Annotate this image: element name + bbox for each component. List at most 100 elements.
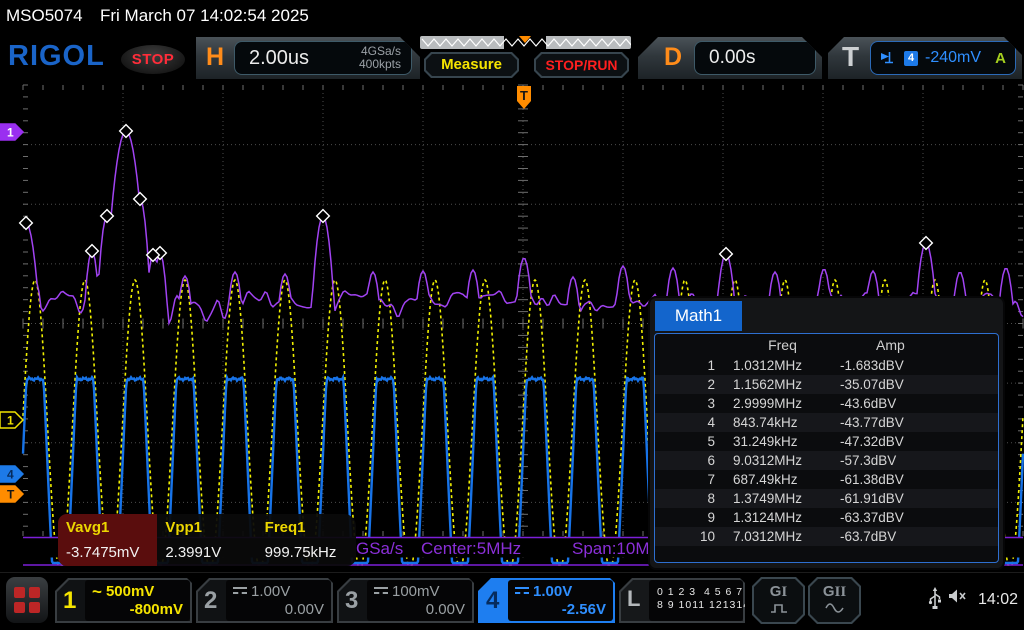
trigger-slope-icon	[880, 52, 894, 64]
amp-column-header: Amp	[840, 334, 998, 356]
measurement-label: Freq1	[265, 519, 306, 536]
fft-span-text: Span:10M	[572, 539, 650, 559]
math1-peak-table-panel[interactable]: Math1 Freq Amp 11.0312MHz-1.683dBV21.156…	[650, 298, 1003, 568]
channel-1-scale: 500mV	[106, 583, 154, 600]
delay-value: 0.00s	[709, 47, 755, 69]
channel-3-box[interactable]: 3 100mV 0.00V	[337, 578, 474, 623]
sine-wave-icon	[824, 602, 846, 614]
measure-button[interactable]: Measure	[424, 52, 519, 78]
run-state-indicator[interactable]: STOP	[121, 45, 185, 74]
channel-2-scale: 1.00V	[251, 583, 290, 600]
channel-3-number: 3	[345, 587, 358, 615]
trigger-source-badge: 4	[904, 51, 918, 66]
math-table-row: 4843.74kHz-43.77dBV	[655, 413, 998, 432]
measurement-item[interactable]: Freq1 999.75kHz	[257, 514, 356, 566]
trigger-mode-auto: A	[995, 50, 1006, 67]
fft-sample-rate-text: GSa/s	[356, 539, 403, 559]
fft-peak-diamond-marker	[920, 237, 933, 250]
measurement-value: 999.75kHz	[265, 544, 337, 561]
dc-coupling-icon	[374, 587, 388, 596]
fft-peak-diamond-marker	[317, 210, 330, 223]
horizontal-panel[interactable]: H 2.00us 4GSa/s 400kpts	[196, 37, 420, 79]
logic-channel-numbers: 0 1 2 3 4 5 6 78 9 1011 12131415	[649, 580, 743, 621]
timebase-box[interactable]: 2.00us 4GSa/s 400kpts	[234, 41, 412, 75]
ch4-ground-marker-label: 4	[7, 468, 14, 482]
math-table-row: 81.3749MHz-61.91dBV	[655, 489, 998, 508]
fft-peak-diamond-marker	[134, 193, 147, 206]
math-table-row: 107.0312MHz-63.7dBV	[655, 527, 998, 546]
channel-2-number: 2	[204, 587, 217, 615]
datetime: Fri March 07 14:02:54 2025	[100, 6, 309, 26]
horizontal-position-bar[interactable]	[420, 36, 631, 49]
delay-panel[interactable]: D 0.00s	[638, 37, 822, 79]
gen2-button[interactable]: GII	[808, 577, 861, 624]
trigger-box[interactable]: 4 -240mV A	[870, 41, 1016, 75]
trigger-level-value: -240mV	[925, 49, 981, 67]
speaker-muted-icon	[948, 588, 968, 606]
usb-icon	[928, 587, 942, 611]
channel-3-scale: 100mV	[392, 583, 440, 600]
waveform-display[interactable]: 1 1 4 T T GSa/s Center:5MHz Span:10M Vavg1 -…	[0, 84, 1024, 572]
dc-coupling-icon	[233, 587, 247, 596]
menu-button[interactable]	[6, 577, 48, 623]
model-name: MSO5074	[6, 6, 83, 26]
measurement-label: Vavg1	[66, 519, 109, 536]
ch1-ground-marker-label: 1	[7, 414, 14, 428]
freq-column-header: Freq	[725, 334, 840, 356]
fft-peak-diamond-marker	[86, 245, 99, 258]
stop-run-button-label: STOP/RUN	[536, 54, 627, 76]
channel-2-offset: 0.00V	[285, 601, 324, 618]
sample-rate: 4GSa/s	[361, 44, 401, 58]
math-table-row: 7687.49kHz-61.38dBV	[655, 470, 998, 489]
channel-2-box[interactable]: 2 1.00V 0.00V	[196, 578, 333, 623]
math1-position-marker-label: 1	[7, 126, 14, 140]
delay-box[interactable]: 0.00s	[694, 41, 816, 75]
channel-1-box[interactable]: 1 ~500mV -800mV	[55, 578, 192, 623]
math-table-header: Freq Amp	[655, 334, 998, 356]
channel-4-box-selected[interactable]: 4 1.00V -2.56V	[478, 578, 615, 623]
oscilloscope-screen: MSO5074 Fri March 07 14:02:54 2025 RIGOL…	[0, 0, 1024, 630]
math1-peak-table: Freq Amp 11.0312MHz-1.683dBV21.1562MHz-3…	[654, 333, 999, 563]
math-table-row: 11.0312MHz-1.683dBV	[655, 356, 998, 375]
square-wave-icon	[769, 602, 789, 614]
math-table-row: 69.0312MHz-57.3dBV	[655, 451, 998, 470]
channel-4-offset: -2.56V	[562, 601, 606, 618]
logic-channels-box[interactable]: L 0 1 2 3 4 5 6 78 9 1011 12131415	[619, 578, 745, 623]
measurement-item[interactable]: Vpp1 2.3991V	[157, 514, 256, 566]
trigger-position-label: T	[520, 88, 528, 103]
channel-4-scale: 1.00V	[533, 583, 572, 600]
channel-1-offset: -800mV	[130, 601, 183, 618]
fft-center-text: Center:5MHz	[421, 539, 521, 559]
menu-grid-icon	[29, 602, 40, 613]
math-table-row: 21.1562MHz-35.07dBV	[655, 375, 998, 394]
trigger-panel[interactable]: T 4 -240mV A	[828, 37, 1022, 79]
measurement-panel[interactable]: Vavg1 -3.7475mV Vpp1 2.3991V Freq1 999.7…	[58, 514, 356, 566]
trigger-label: T	[842, 41, 859, 73]
channel-4-number: 4	[486, 587, 499, 615]
trigger-level-marker-label: T	[7, 488, 15, 502]
channel-1-number: 1	[63, 587, 76, 615]
measurement-value: -3.7475mV	[66, 544, 139, 561]
measurement-item[interactable]: Vavg1 -3.7475mV	[58, 514, 157, 566]
trace-math1-fft	[23, 131, 1023, 323]
ac-coupling-icon: ~	[92, 587, 102, 597]
channel-3-offset: 0.00V	[426, 601, 465, 618]
acquisition-info: 4GSa/s 400kpts	[359, 45, 401, 71]
measure-button-label: Measure	[426, 54, 517, 76]
measurement-value: 2.3991V	[165, 544, 221, 561]
gen1-button[interactable]: GI	[752, 577, 805, 624]
memory-depth: 400kpts	[359, 57, 401, 71]
fft-peak-diamond-marker	[120, 125, 133, 138]
timebase-value: 2.00us	[249, 47, 309, 70]
math1-tab[interactable]: Math1	[655, 301, 742, 331]
top-status-bar: MSO5074 Fri March 07 14:02:54 2025	[0, 0, 1024, 30]
math-table-row: 531.249kHz-47.32dBV	[655, 432, 998, 451]
rigol-logo: RIGOL	[8, 40, 105, 73]
menu-grid-icon	[14, 587, 25, 598]
delay-label: D	[664, 43, 682, 72]
fft-peak-diamond-marker	[720, 248, 733, 261]
menu-grid-icon	[29, 587, 40, 598]
stop-run-button[interactable]: STOP/RUN	[534, 52, 629, 78]
fft-peak-diamond-marker	[20, 217, 33, 230]
math-table-row: 91.3124MHz-63.37dBV	[655, 508, 998, 527]
